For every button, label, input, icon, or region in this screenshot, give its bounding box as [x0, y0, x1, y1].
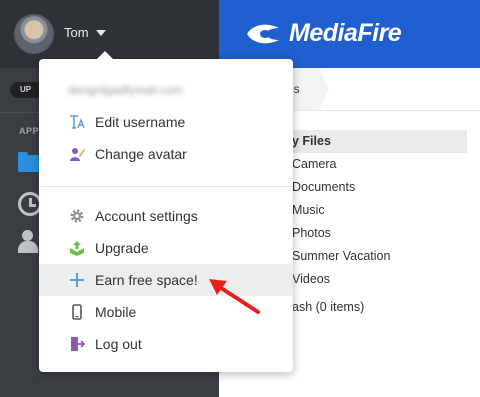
list-item-label: y Files: [292, 134, 331, 148]
account-email: dengrdgadfymail.com: [68, 83, 183, 97]
gear-icon: [70, 209, 84, 223]
list-item-label: Documents: [292, 180, 356, 194]
upgrade-box-icon: [70, 241, 84, 256]
menu-item-label: Upgrade: [95, 240, 149, 256]
menu-item-account-settings[interactable]: Account settings: [39, 200, 293, 232]
brand-logo-text[interactable]: MediaFire: [289, 19, 402, 48]
dropdown-caret: [97, 51, 113, 59]
menu-item-label: Change avatar: [95, 146, 187, 162]
logout-door-icon: [71, 337, 85, 351]
annotation-arrow-icon: [209, 279, 260, 314]
account-dropdown-menu: dengrdgadfymail.com Edit username Change…: [39, 51, 293, 372]
list-item-label: Camera: [292, 157, 337, 171]
top-header: MediaFire: [219, 0, 480, 68]
menu-item-log-out[interactable]: Log out: [39, 328, 293, 360]
apps-heading: APP: [19, 126, 40, 136]
menu-item-label: Log out: [95, 336, 142, 352]
phone-icon: [72, 304, 82, 320]
plus-icon: [70, 273, 84, 287]
text-cursor-icon: [70, 115, 85, 129]
list-item-label: Videos: [292, 272, 330, 286]
menu-item-change-avatar[interactable]: Change avatar: [39, 138, 293, 170]
list-item-label: Summer Vacation: [292, 249, 391, 263]
user-name[interactable]: Tom: [64, 25, 89, 40]
menu-divider: [39, 186, 293, 187]
menu-item-edit-username[interactable]: Edit username: [39, 106, 293, 138]
menu-item-upgrade[interactable]: Upgrade: [39, 232, 293, 264]
list-item-label: ash (0 items): [292, 300, 365, 314]
menu-item-label: Account settings: [95, 208, 198, 224]
breadcrumb-separator: [319, 68, 329, 110]
list-item-label: Music: [292, 203, 325, 217]
menu-item-label: Mobile: [95, 304, 137, 320]
avatar[interactable]: [14, 14, 54, 54]
mediafire-flame-icon: [247, 24, 279, 44]
chevron-down-icon[interactable]: [96, 30, 106, 36]
list-item-label: Photos: [292, 226, 331, 240]
person-pen-icon: [70, 148, 85, 161]
menu-item-label: Edit username: [95, 114, 186, 130]
menu-item-label: Earn free space!: [95, 272, 198, 288]
